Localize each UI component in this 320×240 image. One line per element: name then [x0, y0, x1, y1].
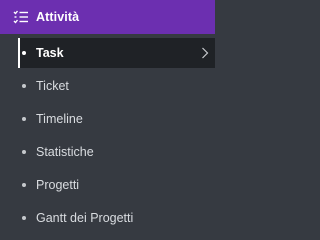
chevron-right-icon — [201, 47, 209, 59]
menu-item-label: Timeline — [36, 112, 83, 126]
bullet-icon — [22, 216, 26, 220]
bullet-icon — [22, 183, 26, 187]
menu-item-label: Task — [36, 46, 64, 60]
bullet-icon — [22, 117, 26, 121]
bullet-icon — [22, 51, 26, 55]
menu-item-statistiche[interactable]: Statistiche — [18, 137, 215, 167]
bullet-icon — [22, 150, 26, 154]
menu-item-gantt-dei-progetti[interactable]: Gantt dei Progetti — [18, 203, 215, 233]
menu-item-progetti[interactable]: Progetti — [18, 170, 215, 200]
bullet-icon — [22, 84, 26, 88]
sidebar-menu: Attività Task Ticket Timeline Statistich… — [0, 0, 215, 236]
menu-header-title: Attività — [36, 10, 80, 24]
menu-header-attivita[interactable]: Attività — [0, 0, 215, 34]
menu-item-task[interactable]: Task — [18, 38, 215, 68]
menu-item-ticket[interactable]: Ticket — [18, 71, 215, 101]
menu-item-timeline[interactable]: Timeline — [18, 104, 215, 134]
menu-item-label: Gantt dei Progetti — [36, 211, 134, 225]
menu-item-label: Progetti — [36, 178, 80, 192]
list-icon — [13, 10, 29, 24]
menu-item-label: Ticket — [36, 79, 69, 93]
menu-item-label: Statistiche — [36, 145, 94, 159]
